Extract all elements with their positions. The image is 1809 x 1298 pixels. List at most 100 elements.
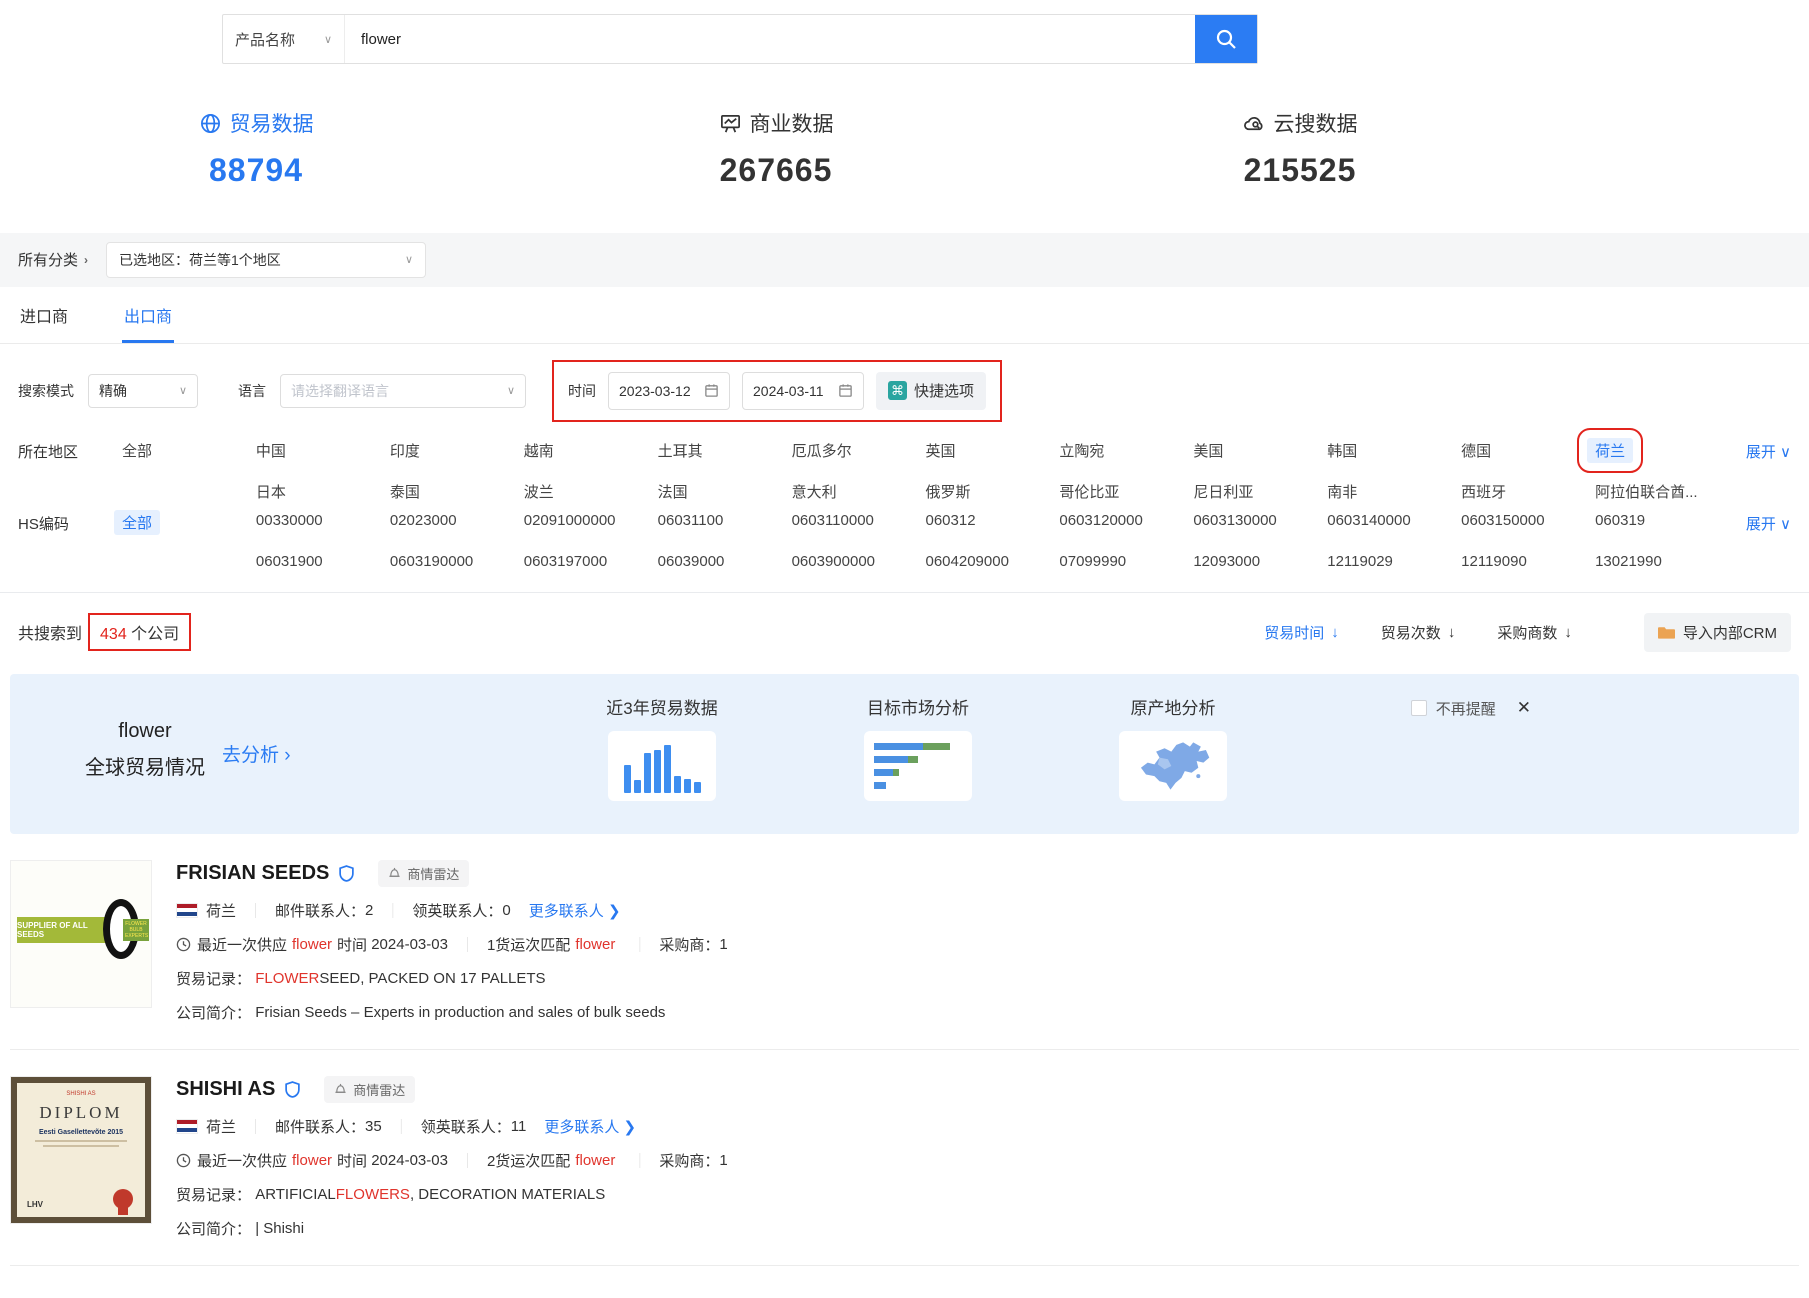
region-item-all[interactable]: 全部 <box>114 438 160 463</box>
region-item[interactable]: 美国 <box>1185 438 1231 463</box>
hs-item-all[interactable]: 全部 <box>114 510 160 535</box>
region-item[interactable]: 意大利 <box>784 479 845 504</box>
banner-card-target-market[interactable]: 目标市场分析 <box>853 694 983 801</box>
region-expand-link[interactable]: 展开 ∨ <box>1721 438 1791 504</box>
search-mode-select[interactable]: 精确 ∨ <box>88 374 198 408</box>
hs-code-item[interactable]: 12119090 <box>1453 551 1535 572</box>
region-item[interactable]: 阿拉伯联合酋... <box>1587 479 1706 504</box>
shield-icon[interactable] <box>339 865 354 882</box>
clock-icon <box>176 1153 191 1168</box>
business-radar-badge[interactable]: 商情雷达 <box>324 1076 415 1103</box>
region-item[interactable]: 越南 <box>516 438 562 463</box>
hs-code-item[interactable]: 02023000 <box>382 510 465 531</box>
go-analyze-link[interactable]: 去分析 › <box>222 740 291 767</box>
radar-bell-icon <box>334 1083 347 1096</box>
hs-code-item[interactable]: 0603900000 <box>784 551 883 572</box>
banner-card-origin[interactable]: 原产地分析 <box>1108 694 1238 801</box>
region-item[interactable]: 德国 <box>1453 438 1499 463</box>
region-item[interactable]: 日本 <box>248 479 294 504</box>
diplom-title: DIPLOM <box>23 1103 139 1123</box>
hs-code-item[interactable]: 0603150000 <box>1453 510 1552 531</box>
banner-dismiss-group: 不再提醒 ✕ <box>1411 698 1531 719</box>
region-item[interactable]: 厄瓜多尔 <box>784 438 860 463</box>
search-input[interactable] <box>345 15 1195 63</box>
hs-code-item[interactable]: 0604209000 <box>918 551 1017 572</box>
board-icon <box>719 112 742 135</box>
region-item[interactable]: 印度 <box>382 438 428 463</box>
hs-code-item[interactable]: 02091000000 <box>516 510 624 531</box>
sort-trade-count[interactable]: 贸易次数 ↓ <box>1381 622 1456 643</box>
hs-code-item[interactable]: 06031900 <box>248 551 331 572</box>
tab-importer[interactable]: 进口商 <box>18 287 70 343</box>
quick-options-button[interactable]: ⌘ 快捷选项 <box>876 372 986 410</box>
hs-expand-link[interactable]: 展开 ∨ <box>1721 510 1791 572</box>
hs-code-item[interactable]: 060312 <box>918 510 984 531</box>
region-item[interactable]: 中国 <box>248 438 294 463</box>
all-categories-link[interactable]: 所有分类 › <box>18 249 88 270</box>
hs-code-item[interactable]: 12093000 <box>1185 551 1268 572</box>
dont-remind-checkbox[interactable] <box>1411 700 1427 716</box>
company-name[interactable]: FRISIAN SEEDS <box>176 862 329 885</box>
search-mode-label: 搜索模式 <box>18 381 74 401</box>
company-logo[interactable]: SHISHI AS DIPLOM Eesti Gasellettevõte 20… <box>10 1076 152 1224</box>
region-item[interactable]: 土耳其 <box>650 438 711 463</box>
stat-business-data[interactable]: 商业数据 267665 <box>512 108 1040 189</box>
region-item[interactable]: 俄罗斯 <box>918 479 979 504</box>
hs-code-item[interactable]: 07099990 <box>1051 551 1134 572</box>
netherlands-flag-icon <box>176 1119 198 1134</box>
hs-code-item[interactable]: 00330000 <box>248 510 331 531</box>
hs-code-item[interactable]: 13021990 <box>1587 551 1670 572</box>
date-from-input[interactable]: 2023-03-12 <box>608 372 730 410</box>
search-category-dropdown[interactable]: 产品名称 ∨ <box>223 15 345 63</box>
region-item[interactable]: 韩国 <box>1319 438 1365 463</box>
company-intro-line: 公司简介： Frisian Seeds – Experts in product… <box>176 1002 728 1023</box>
selected-region-dropdown[interactable]: 已选地区：荷兰等1个地区 ∨ <box>106 242 426 278</box>
dont-remind-label: 不再提醒 <box>1436 698 1496 719</box>
analysis-banner: flower 全球贸易情况 去分析 › 近3年贸易数据 目标市场分析 原产地分析… <box>10 674 1799 834</box>
business-radar-badge[interactable]: 商情雷达 <box>378 860 469 887</box>
hs-code-item[interactable]: 0603140000 <box>1319 510 1418 531</box>
stat-trade-data[interactable]: 贸易数据 88794 <box>0 108 512 189</box>
company-name[interactable]: SHISHI AS <box>176 1078 275 1101</box>
tab-exporter[interactable]: 出口商 <box>122 287 174 343</box>
search-button[interactable] <box>1195 15 1257 63</box>
hs-code-item[interactable]: 060319 <box>1587 510 1653 531</box>
region-item[interactable]: 西班牙 <box>1453 479 1514 504</box>
hs-filter-row: HS编码 全部 00330000020230000209100000006031… <box>18 510 1791 572</box>
country-label: 荷兰 <box>206 1116 236 1137</box>
region-item[interactable]: 立陶宛 <box>1051 438 1112 463</box>
sort-buyer-count[interactable]: 采购商数 ↓ <box>1497 622 1572 643</box>
more-contacts-link[interactable]: 更多联系人 ❯ <box>529 900 621 921</box>
stat-cloud-search-data[interactable]: 云搜数据 215525 <box>1040 108 1560 189</box>
region-item[interactable]: 泰国 <box>382 479 428 504</box>
banner-card-trade-3yr[interactable]: 近3年贸易数据 <box>597 694 727 801</box>
supply-line: 最近一次供应 flower 时间 2024-03-03 ｜ 1货运次匹配 flo… <box>176 934 728 955</box>
sort-trade-time[interactable]: 贸易时间 ↓ <box>1264 622 1339 643</box>
hs-code-item[interactable]: 12119029 <box>1319 551 1401 572</box>
hs-code-item[interactable]: 06031100 <box>650 510 732 531</box>
clock-icon <box>176 937 191 952</box>
search-bar-row: 产品名称 ∨ <box>0 0 1809 64</box>
region-item[interactable]: 南非 <box>1319 479 1365 504</box>
chevron-down-icon: ∨ <box>507 384 515 397</box>
arrow-down-icon: ↓ <box>1448 624 1456 641</box>
import-crm-button[interactable]: 导入内部CRM <box>1644 613 1791 652</box>
language-select[interactable]: 请选择翻译语言 ∨ <box>280 374 526 408</box>
close-icon[interactable]: ✕ <box>1517 698 1531 718</box>
shield-icon[interactable] <box>285 1081 300 1098</box>
hs-code-item[interactable]: 0603110000 <box>784 510 882 531</box>
hs-code-item[interactable]: 0603120000 <box>1051 510 1150 531</box>
date-to-input[interactable]: 2024-03-11 <box>742 372 864 410</box>
region-item[interactable]: 法国 <box>650 479 696 504</box>
company-logo[interactable]: SUPPLIER OF ALL SEEDS FLOWER BULB EXPERT… <box>10 860 152 1008</box>
region-item[interactable]: 波兰 <box>516 479 562 504</box>
region-item[interactable]: 荷兰 <box>1587 438 1633 463</box>
hs-code-item[interactable]: 0603130000 <box>1185 510 1284 531</box>
region-item[interactable]: 尼日利亚 <box>1185 479 1261 504</box>
region-item[interactable]: 英国 <box>918 438 964 463</box>
more-contacts-link[interactable]: 更多联系人 ❯ <box>544 1116 636 1137</box>
region-item[interactable]: 哥伦比亚 <box>1051 479 1127 504</box>
hs-code-item[interactable]: 0603190000 <box>382 551 481 572</box>
hs-code-item[interactable]: 0603197000 <box>516 551 615 572</box>
hs-code-item[interactable]: 06039000 <box>650 551 733 572</box>
